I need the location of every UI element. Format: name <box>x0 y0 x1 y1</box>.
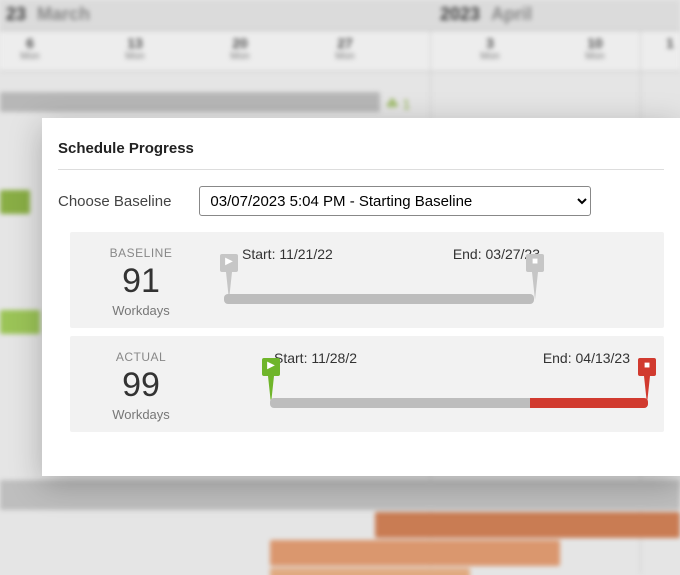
actual-card: ACTUAL 99 Workdays Start: 11/28/2 End: 0… <box>70 336 664 432</box>
actual-label: ACTUAL <box>76 350 206 364</box>
schedule-progress-panel: Schedule Progress Choose Baseline 03/07/… <box>42 118 680 476</box>
backdrop-task-bar <box>375 512 680 538</box>
backdrop-day-ruler: 6Mon 13Mon 20Mon 27Mon 3Mon 10Mon 1 <box>0 30 680 72</box>
baseline-label: BASELINE <box>76 246 206 260</box>
backdrop-day-column: 20Mon <box>220 35 260 62</box>
backdrop-year-right: 2023 <box>440 4 480 24</box>
play-icon: ▶ <box>262 361 280 371</box>
backdrop-task-bar <box>0 190 30 214</box>
backdrop-task-bar <box>270 540 560 566</box>
actual-workdays-value: 99 <box>76 366 206 405</box>
backdrop-year-left: 23 <box>6 4 26 24</box>
actual-unit: Workdays <box>76 407 206 422</box>
backdrop-summary-bar <box>0 92 380 112</box>
play-icon: ▶ <box>220 257 238 267</box>
stop-icon: ■ <box>526 257 544 267</box>
backdrop-month-left: March <box>37 4 90 24</box>
stop-icon: ■ <box>638 361 656 371</box>
backdrop-summary-bar <box>0 480 680 510</box>
baseline-workdays-value: 91 <box>76 262 206 301</box>
backdrop-task-bar <box>0 310 40 334</box>
backdrop-day-column: 6Mon <box>10 35 50 62</box>
baseline-card: BASELINE 91 Workdays Start: 11/21/22 End… <box>70 232 664 328</box>
backdrop-month-right: April <box>491 4 532 24</box>
backdrop-day-column: 3Mon <box>470 35 510 62</box>
milestone-icon: ☘ 1 <box>386 96 410 113</box>
baseline-select[interactable]: 03/07/2023 5:04 PM - Starting Baseline <box>199 186 591 216</box>
choose-baseline-label: Choose Baseline <box>58 193 171 210</box>
panel-title: Schedule Progress <box>58 140 664 157</box>
backdrop-task-bar <box>270 568 470 575</box>
backdrop-day-column: 13Mon <box>115 35 155 62</box>
baseline-unit: Workdays <box>76 303 206 318</box>
baseline-progress-bar <box>224 294 534 304</box>
divider <box>58 169 664 170</box>
backdrop-day-column: 10Mon <box>575 35 615 62</box>
backdrop-day-column: 27Mon <box>325 35 365 62</box>
backdrop-day-column: 1 <box>650 35 680 51</box>
actual-overrun-bar <box>530 398 648 408</box>
